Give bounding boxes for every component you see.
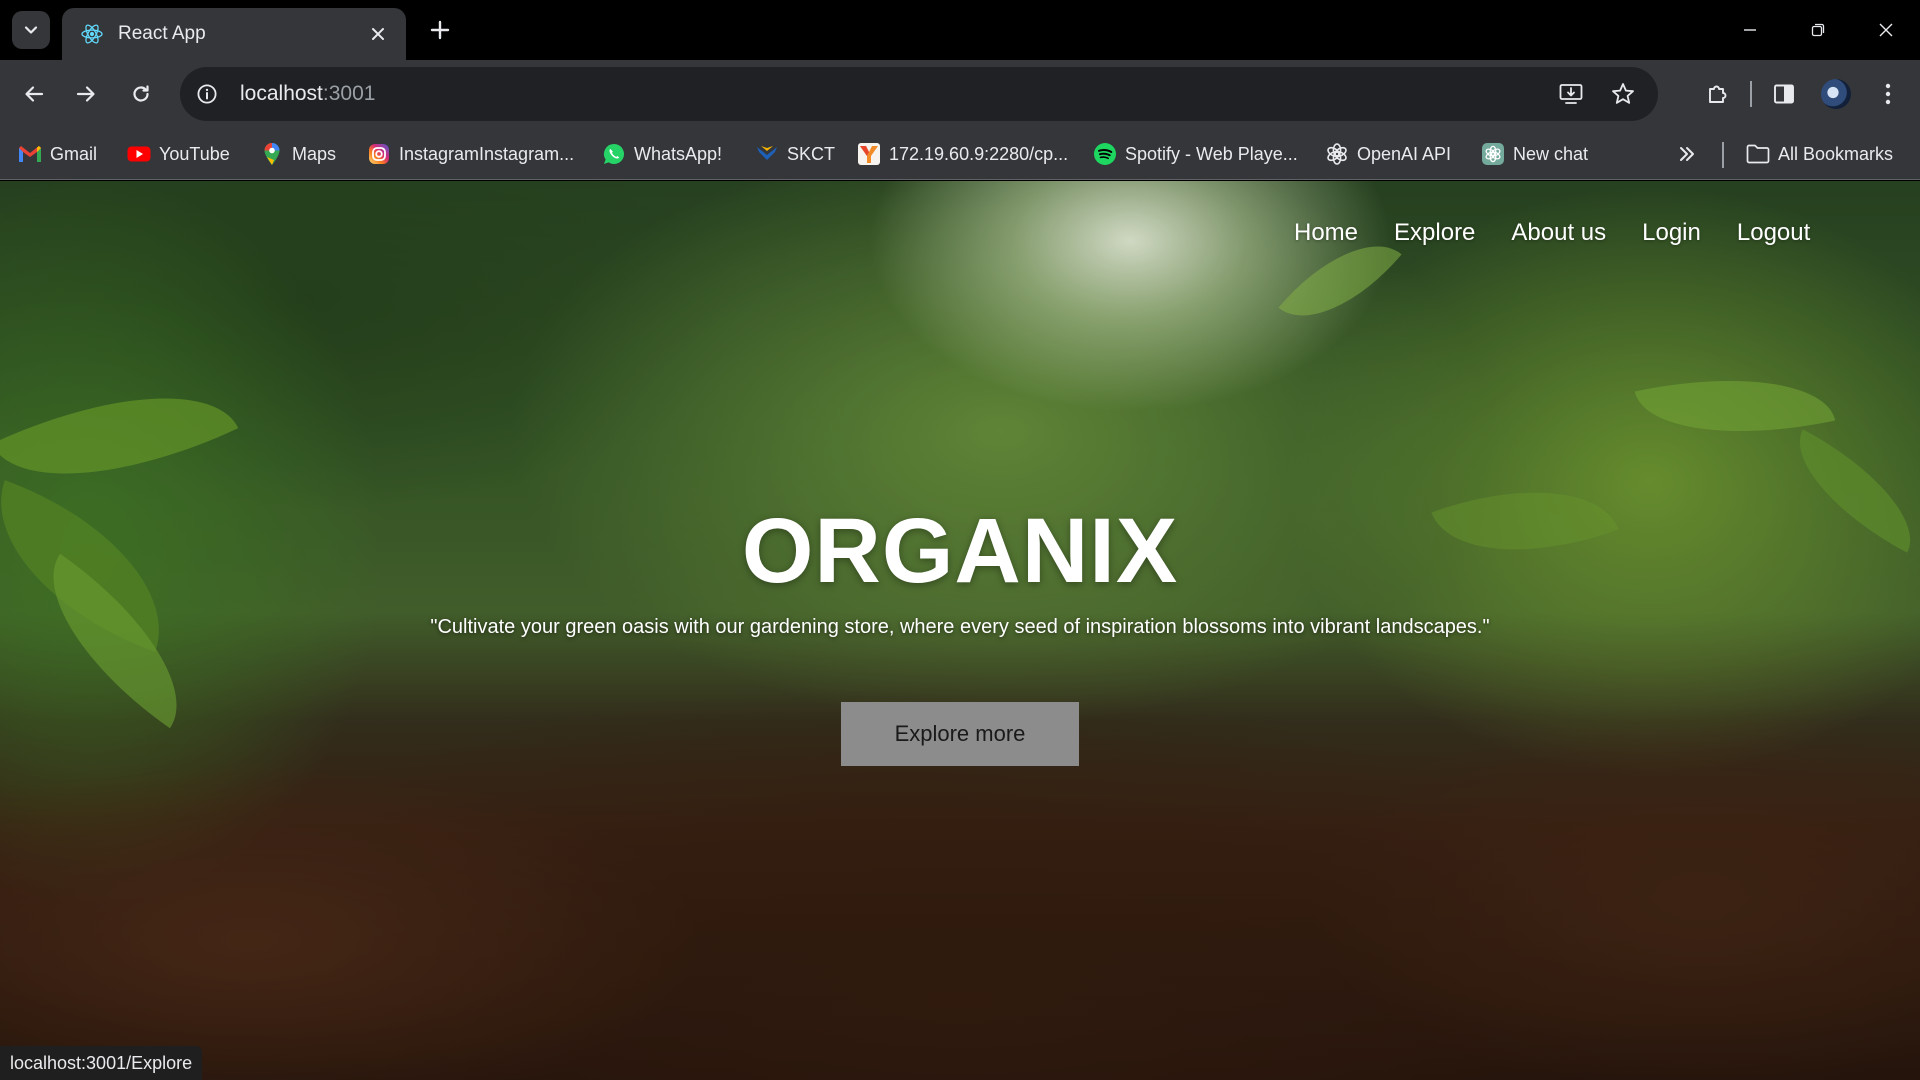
- gmail-icon: [18, 142, 42, 166]
- arrow-left-icon: [25, 86, 44, 102]
- toolbar-divider: [1750, 81, 1752, 107]
- bookmark-maps[interactable]: Maps: [260, 139, 336, 169]
- kebab-menu-icon: [1885, 83, 1891, 105]
- side-panel-icon: [1774, 84, 1794, 104]
- link-status-bubble: localhost:3001/Explore: [0, 1046, 203, 1080]
- openai-icon: [1325, 142, 1349, 166]
- close-window-button[interactable]: [1852, 0, 1920, 60]
- install-app-button[interactable]: [1552, 75, 1590, 113]
- nav-login-link[interactable]: Login: [1642, 219, 1701, 247]
- bookmark-label: YouTube: [159, 143, 230, 164]
- bookmark-instagram[interactable]: InstagramInstagram...: [367, 139, 574, 169]
- bookmark-openai-api[interactable]: OpenAI API: [1325, 139, 1451, 169]
- site-info-button[interactable]: [188, 75, 226, 113]
- tab-react-app[interactable]: React App: [62, 8, 406, 60]
- bookmark-router[interactable]: 172.19.60.9:2280/cp...: [857, 139, 1068, 169]
- explore-more-button[interactable]: Explore more: [841, 702, 1079, 766]
- whatsapp-icon: [602, 142, 626, 166]
- bookmark-star-button[interactable]: [1604, 75, 1642, 113]
- bookmark-label: New chat: [1513, 143, 1589, 164]
- side-panel-button[interactable]: [1764, 74, 1804, 114]
- bookmark-label: InstagramInstagram...: [399, 143, 575, 164]
- hero-title: ORGANIX: [741, 500, 1179, 602]
- address-bar[interactable]: localhost:3001: [180, 67, 1658, 121]
- bookmarks-divider: [1722, 142, 1724, 168]
- url-port: :3001: [322, 82, 376, 105]
- new-tab-button[interactable]: [424, 14, 456, 46]
- avatar-icon: [1821, 79, 1851, 109]
- url-host: localhost: [240, 82, 323, 105]
- bookmark-label: SKCT: [787, 143, 836, 164]
- spotify-icon: [1093, 142, 1117, 166]
- bookmarks-overflow-button[interactable]: [1676, 139, 1698, 169]
- router-icon: [857, 142, 881, 166]
- bookmark-label: Maps: [292, 143, 337, 164]
- hero-tagline: "Cultivate your green oasis with our gar…: [430, 616, 1490, 638]
- site-nav: Home Explore About us Login Logout: [1294, 219, 1810, 247]
- all-bookmarks-label: All Bookmarks: [1778, 143, 1894, 164]
- restore-icon: [1811, 23, 1825, 37]
- bookmark-youtube[interactable]: YouTube: [127, 139, 230, 169]
- close-tab-icon[interactable]: [364, 20, 392, 48]
- youtube-icon: [127, 142, 151, 166]
- bookmark-new-chat[interactable]: New chat: [1481, 139, 1588, 169]
- chevron-down-icon: [24, 26, 38, 34]
- browser-toolbar: localhost:3001: [0, 60, 1920, 128]
- minimize-button[interactable]: [1716, 0, 1784, 60]
- plus-icon: [430, 20, 450, 40]
- nav-logout-link[interactable]: Logout: [1737, 219, 1810, 247]
- skct-icon: [755, 142, 779, 166]
- back-button[interactable]: [14, 74, 54, 114]
- bookmark-label: 172.19.60.9:2280/cp...: [889, 143, 1069, 164]
- star-icon: [1612, 83, 1634, 104]
- bookmark-label: WhatsApp!: [634, 143, 723, 164]
- bookmark-label: Gmail: [50, 143, 98, 164]
- arrow-right-icon: [76, 86, 95, 102]
- reload-button[interactable]: [121, 74, 161, 114]
- window-controls: [1716, 0, 1920, 60]
- maps-icon: [260, 142, 284, 166]
- profile-button[interactable]: [1816, 74, 1856, 114]
- bookmarks-bar: Gmail YouTube Maps InstagramInstagram...…: [0, 128, 1920, 180]
- nav-home-link[interactable]: Home: [1294, 219, 1358, 247]
- tab-search-button[interactable]: [12, 11, 50, 49]
- bookmark-whatsapp[interactable]: WhatsApp!: [602, 139, 722, 169]
- restore-button[interactable]: [1784, 0, 1852, 60]
- bookmark-spotify[interactable]: Spotify - Web Playe...: [1093, 139, 1298, 169]
- react-icon: [80, 22, 104, 46]
- puzzle-icon: [1709, 85, 1727, 103]
- double-chevron-right-icon: [1680, 147, 1694, 161]
- menu-button[interactable]: [1868, 74, 1908, 114]
- chatgpt-icon: [1481, 142, 1505, 166]
- bookmark-skct[interactable]: SKCT: [755, 139, 835, 169]
- instagram-icon: [367, 142, 391, 166]
- bookmark-label: Spotify - Web Playe...: [1125, 143, 1298, 164]
- tab-strip: React App: [0, 0, 1920, 60]
- bookmark-label: OpenAI API: [1357, 143, 1452, 164]
- tab-title: React App: [118, 23, 206, 44]
- info-icon: [197, 84, 217, 104]
- close-icon: [1879, 23, 1893, 37]
- install-app-icon: [1559, 84, 1583, 104]
- folder-icon: [1746, 142, 1770, 166]
- all-bookmarks-button[interactable]: All Bookmarks: [1746, 139, 1893, 169]
- browser-window: React App localhost:3001 Gmail YouTube M…: [0, 0, 1920, 1080]
- omnibox-actions: [1552, 75, 1642, 113]
- bookmark-gmail[interactable]: Gmail: [18, 139, 97, 169]
- forward-button[interactable]: [66, 74, 106, 114]
- url-text: localhost:3001: [240, 82, 375, 106]
- page-viewport: Home Explore About us Login Logout ORGAN…: [0, 181, 1920, 1080]
- nav-explore-link[interactable]: Explore: [1394, 219, 1475, 247]
- nav-about-us-link[interactable]: About us: [1511, 219, 1606, 247]
- extensions-button[interactable]: [1698, 74, 1738, 114]
- toolbar-right: [1686, 74, 1920, 114]
- minimize-icon: [1744, 29, 1756, 31]
- reload-icon: [133, 85, 149, 102]
